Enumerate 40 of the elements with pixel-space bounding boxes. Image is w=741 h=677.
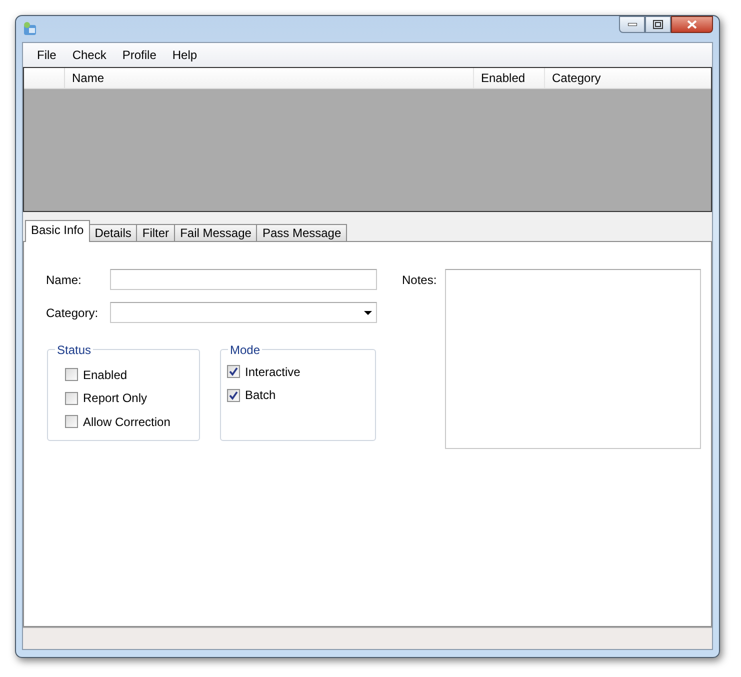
checkbox-option[interactable]: Allow Correction xyxy=(65,410,199,434)
check-icon xyxy=(229,390,238,400)
tab[interactable]: Pass Message xyxy=(256,224,348,241)
name-field[interactable] xyxy=(110,269,377,290)
column-header[interactable]: Enabled xyxy=(474,68,545,88)
column-header[interactable]: Category xyxy=(545,68,711,88)
checkbox[interactable] xyxy=(65,392,78,405)
group-title: Mode xyxy=(228,343,262,357)
checkbox[interactable] xyxy=(227,365,240,378)
checkbox[interactable] xyxy=(65,415,78,428)
menu-item[interactable]: Help xyxy=(164,46,206,64)
minimize-button[interactable] xyxy=(619,16,645,33)
minimize-icon xyxy=(628,23,636,26)
column-header[interactable]: Name xyxy=(65,68,474,88)
menu-item[interactable]: Profile xyxy=(114,46,164,64)
checkbox-option[interactable]: Enabled xyxy=(65,363,199,386)
field-label: Name: xyxy=(46,272,82,286)
field-label: Notes: xyxy=(402,272,438,289)
tab[interactable]: Basic Info xyxy=(25,220,90,242)
checkbox-option[interactable]: Interactive xyxy=(227,360,375,384)
checkbox[interactable] xyxy=(227,388,240,402)
close-icon xyxy=(687,20,697,29)
close-button[interactable] xyxy=(671,16,713,33)
field-label: Category: xyxy=(46,306,100,320)
checkbox-option[interactable]: Batch xyxy=(227,384,375,407)
group-title: Status xyxy=(55,343,94,357)
check-icon xyxy=(229,367,238,376)
menu-item[interactable]: Check xyxy=(64,46,114,64)
checkbox-option[interactable]: Report Only xyxy=(65,386,199,410)
dropdown-arrow-icon xyxy=(364,310,372,314)
maximize-icon xyxy=(653,20,663,29)
checkbox[interactable] xyxy=(65,368,78,382)
menu-item[interactable]: File xyxy=(29,46,64,64)
tab[interactable]: Details xyxy=(88,224,138,241)
notes-field[interactable] xyxy=(445,269,701,449)
category-dropdown[interactable] xyxy=(110,302,377,323)
maximize-button[interactable] xyxy=(645,16,671,33)
tab[interactable]: Fail Message xyxy=(174,224,258,241)
tab[interactable]: Filter xyxy=(136,224,176,241)
app-icon xyxy=(22,21,38,37)
